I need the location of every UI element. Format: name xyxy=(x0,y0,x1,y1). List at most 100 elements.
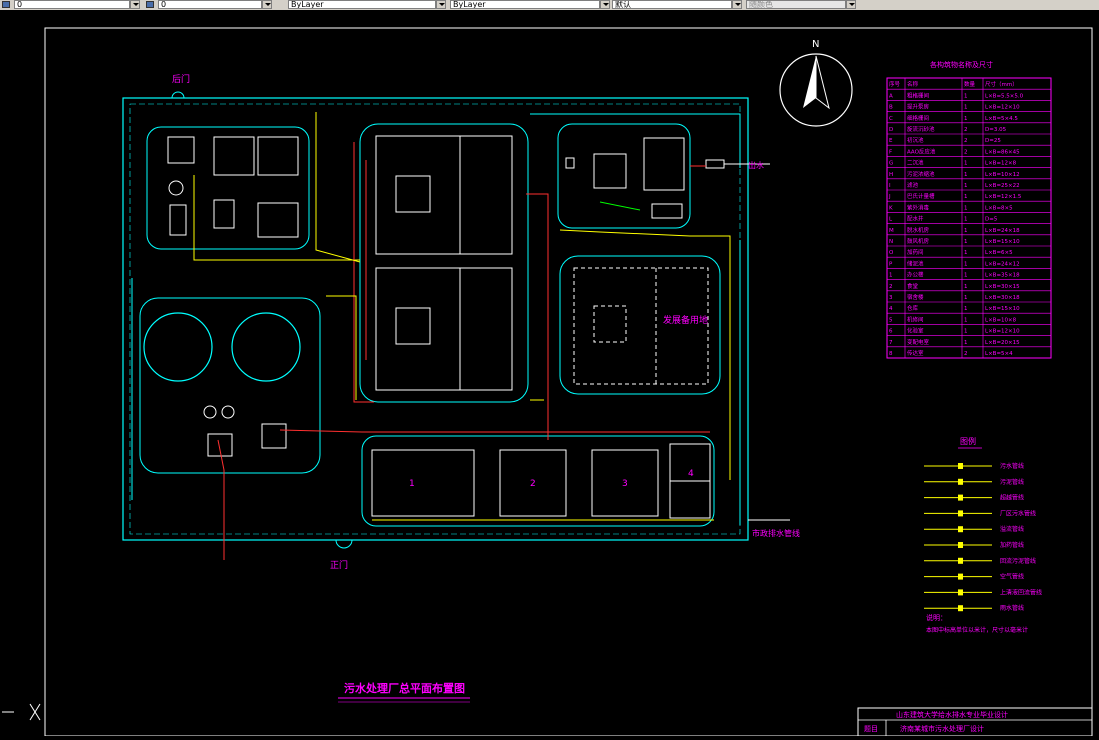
site-road-line xyxy=(129,103,741,535)
sewer-label: 市政排水管线 xyxy=(752,528,800,538)
table-cell: P xyxy=(889,261,893,267)
lineweight-dropdown-arrow[interactable] xyxy=(732,0,742,9)
table-cell: L×B=12×8 xyxy=(985,161,1017,167)
legend-item: 厂区污水管线 xyxy=(924,509,1036,517)
table-header-cell: 尺寸（mm） xyxy=(985,80,1018,88)
main-gate xyxy=(335,539,353,549)
legend-label: 上清液回流管线 xyxy=(1000,588,1042,596)
unit-filter xyxy=(593,153,627,189)
unit-meter-a xyxy=(213,199,235,229)
unit-blower-room xyxy=(257,202,299,238)
table-cell: D xyxy=(889,127,893,133)
pool-label-2: 2 xyxy=(530,479,536,489)
legend-marker xyxy=(958,510,963,517)
notes-text: 本图中标高单位以米计，尺寸以毫米计 xyxy=(926,626,1028,634)
building-1 xyxy=(371,449,475,517)
table-cell: L×B=5×4.5 xyxy=(985,116,1018,122)
table-cell: 细格栅间 xyxy=(907,114,929,122)
table-cell: D=25 xyxy=(985,138,1001,144)
table-cell: K xyxy=(889,205,893,211)
legend-marker xyxy=(958,542,963,548)
table-cell: 5 xyxy=(889,317,893,323)
table-cell: 旋流沉砂池 xyxy=(907,125,935,133)
drawing-canvas[interactable]: 后门 正门 N 发展备用地 1 2 3 4 出水 市政排水管线 污水处理厂总平面… xyxy=(0,10,1099,737)
legend-marker xyxy=(958,494,963,501)
drawing-svg: 后门 正门 N 发展备用地 1 2 3 4 出水 市政排水管线 污水处理厂总平面… xyxy=(2,27,1093,737)
layer-icon[interactable] xyxy=(2,1,10,8)
table-cell: 1 xyxy=(964,273,968,279)
style-icon[interactable] xyxy=(146,1,154,8)
table-cell: 鼓风机房 xyxy=(907,237,930,245)
notes-title: 说明： xyxy=(926,613,947,622)
table-cell: L×B=35×18 xyxy=(985,273,1020,279)
table-cell: J xyxy=(888,194,891,200)
table-cell: 1 xyxy=(964,194,968,200)
table-cell: 1 xyxy=(964,340,968,346)
legend-item: 超越管线 xyxy=(924,494,1024,502)
legend-item: 空气管线 xyxy=(924,573,1024,581)
table-cell: L×B=15×10 xyxy=(985,239,1020,245)
table-cell: 1 xyxy=(889,273,893,279)
lineweight-dropdown[interactable]: 默认 xyxy=(612,0,732,9)
table-cell: 巴氏计量槽 xyxy=(907,192,935,200)
table-cell: L×B=24×12 xyxy=(985,261,1020,267)
legend-marker xyxy=(958,573,963,580)
unit-uv xyxy=(705,159,725,169)
legend-label: 溢流管线 xyxy=(1000,525,1024,533)
table-cell: M xyxy=(889,228,894,234)
unit-grit-chamber xyxy=(169,204,187,236)
table-cell: 1 xyxy=(964,228,968,234)
legend-label: 污水管线 xyxy=(1000,462,1024,470)
table-cell: 1 xyxy=(964,306,968,312)
style-dropdown[interactable]: 0 xyxy=(158,0,262,9)
legend-item: 污泥管线 xyxy=(924,478,1024,486)
legend-marker xyxy=(958,605,963,612)
unit-meter-b xyxy=(565,157,575,169)
plotstyle-dropdown[interactable]: 随颜色 xyxy=(746,0,846,9)
linetype-dropdown[interactable]: ByLayer xyxy=(450,0,600,9)
north-arrow-icon xyxy=(779,53,853,127)
linetype-dropdown-arrow[interactable] xyxy=(600,0,610,9)
valve-b xyxy=(221,405,235,419)
zone-pretreatment xyxy=(146,126,310,250)
legend-label: 加药管线 xyxy=(1000,541,1024,549)
layer-dropdown[interactable]: 0 xyxy=(14,0,130,9)
structure-table: 序号 名称 数量 尺寸（mm） A 粗格栅间 1 L×B=5.5×5.0 B 提升泵房 1 L×B=1… xyxy=(886,77,1052,359)
color-dropdown-arrow[interactable] xyxy=(436,0,446,9)
table-cell: L×B=30×15 xyxy=(985,284,1020,290)
table-cell: G xyxy=(889,161,893,167)
pool-label-4: 4 xyxy=(688,469,694,479)
pool-label-1: 1 xyxy=(409,479,415,489)
table-cell: 1 xyxy=(964,183,968,189)
legend-item: 上清液回流管线 xyxy=(924,588,1042,596)
color-dropdown[interactable]: ByLayer xyxy=(288,0,436,9)
table-cell: H xyxy=(889,172,893,178)
table-cell: L×B=6×5 xyxy=(985,250,1013,256)
aao-inner-2 xyxy=(395,307,431,345)
table-cell: 1 xyxy=(964,116,968,122)
table-cell: 紫外消毒 xyxy=(907,203,930,211)
table-cell: L×B=12×10 xyxy=(985,105,1020,111)
plotstyle-dropdown-arrow[interactable] xyxy=(846,0,856,9)
unit-fine-screen xyxy=(257,136,299,176)
outlet-label: 出水 xyxy=(748,160,764,170)
style-dropdown-arrow[interactable] xyxy=(262,0,272,9)
table-cell: 1 xyxy=(964,239,968,245)
table-cell: D=3.05 xyxy=(985,127,1007,133)
table-cell: L xyxy=(889,217,893,223)
table-cell: B xyxy=(889,105,893,111)
table-cell: 2 xyxy=(964,351,968,357)
layer-dropdown-arrow[interactable] xyxy=(130,0,140,9)
legend-marker xyxy=(958,478,963,485)
table-cell: L×B=24×18 xyxy=(985,228,1020,234)
table-cell: 宿舍楼 xyxy=(907,293,924,301)
table-cell: 办公楼 xyxy=(907,271,924,279)
table-cell: O xyxy=(889,250,894,256)
table-cell: L×B=30×18 xyxy=(985,295,1020,301)
unit-secondary-clarifier xyxy=(643,137,685,191)
valve-a xyxy=(203,405,217,419)
table-cell: 1 xyxy=(964,205,968,211)
main-gate-label: 正门 xyxy=(330,559,348,571)
future-land-inner xyxy=(593,305,627,343)
table-cell: 储泥池 xyxy=(907,259,924,267)
